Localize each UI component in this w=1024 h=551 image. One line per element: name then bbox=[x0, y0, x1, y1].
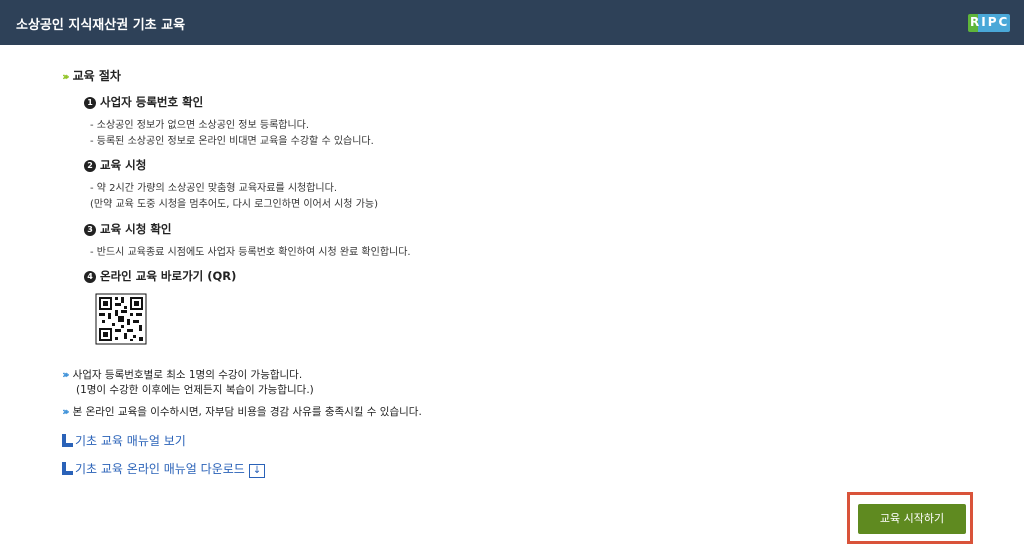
note-1: ››› 사업자 등록번호별로 최소 1명의 수강이 가능합니다. bbox=[62, 368, 303, 381]
chevron-icon: ››› bbox=[62, 405, 69, 418]
step-2-line-1: - 약 2시간 가량의 소상공인 맞춤형 교육자료를 시청합니다. bbox=[90, 183, 338, 194]
document-icon bbox=[62, 434, 73, 447]
start-education-button[interactable]: 교육 시작하기 bbox=[858, 504, 966, 534]
step-1-line-2: - 등록된 소상공인 정보로 온라인 비대면 교육을 수강할 수 있습니다. bbox=[90, 136, 374, 147]
note-2: ››› 본 온라인 교육을 이수하시면, 자부담 비용을 경감 사유를 충족시킬 … bbox=[62, 405, 422, 418]
step-number-icon: 2 bbox=[84, 160, 96, 172]
step-1-title: 1 사업자 등록번호 확인 bbox=[84, 94, 203, 110]
page-title: 소상공인 지식재산권 기초 교육 bbox=[16, 18, 186, 33]
step-number-icon: 1 bbox=[84, 97, 96, 109]
chevron-icon: ››› bbox=[62, 368, 69, 381]
top-header: 소상공인 지식재산권 기초 교육 RIPC bbox=[0, 0, 1024, 45]
step-2-title: 2 교육 시청 bbox=[84, 157, 146, 173]
step-number-icon: 3 bbox=[84, 224, 96, 236]
step-3-line-1: - 반드시 교육종료 시점에도 사업자 등록번호 확인하여 시청 완료 확인합니… bbox=[90, 247, 411, 258]
download-icon: ↓ bbox=[248, 464, 266, 478]
step-2-line-2: (만약 교육 도중 시청을 멈추어도, 다시 로그인하면 이어서 시청 가능) bbox=[90, 199, 378, 210]
ripc-logo: RIPC bbox=[968, 14, 1010, 32]
step-4-title: 4 온라인 교육 바로가기 (QR) bbox=[84, 268, 236, 284]
step-3-title: 3 교육 시청 확인 bbox=[84, 221, 172, 237]
chevron-icon: ››› bbox=[62, 70, 69, 83]
qr-code-icon[interactable] bbox=[95, 293, 147, 345]
manual-download-link[interactable]: 기초 교육 온라인 매뉴얼 다운로드 ↓ bbox=[62, 460, 266, 478]
step-number-icon: 4 bbox=[84, 271, 96, 283]
logo-text: RIPC bbox=[970, 15, 1010, 29]
procedure-title: ››› 교육 절차 bbox=[62, 69, 121, 83]
step-1-line-1: - 소상공인 정보가 없으면 소상공인 정보 등록합니다. bbox=[90, 120, 310, 131]
document-icon bbox=[62, 462, 73, 475]
note-1-sub: (1명이 수강한 이후에는 언제든지 복습이 가능합니다.) bbox=[76, 384, 314, 396]
manual-view-link[interactable]: 기초 교육 매뉴얼 보기 bbox=[62, 432, 186, 449]
